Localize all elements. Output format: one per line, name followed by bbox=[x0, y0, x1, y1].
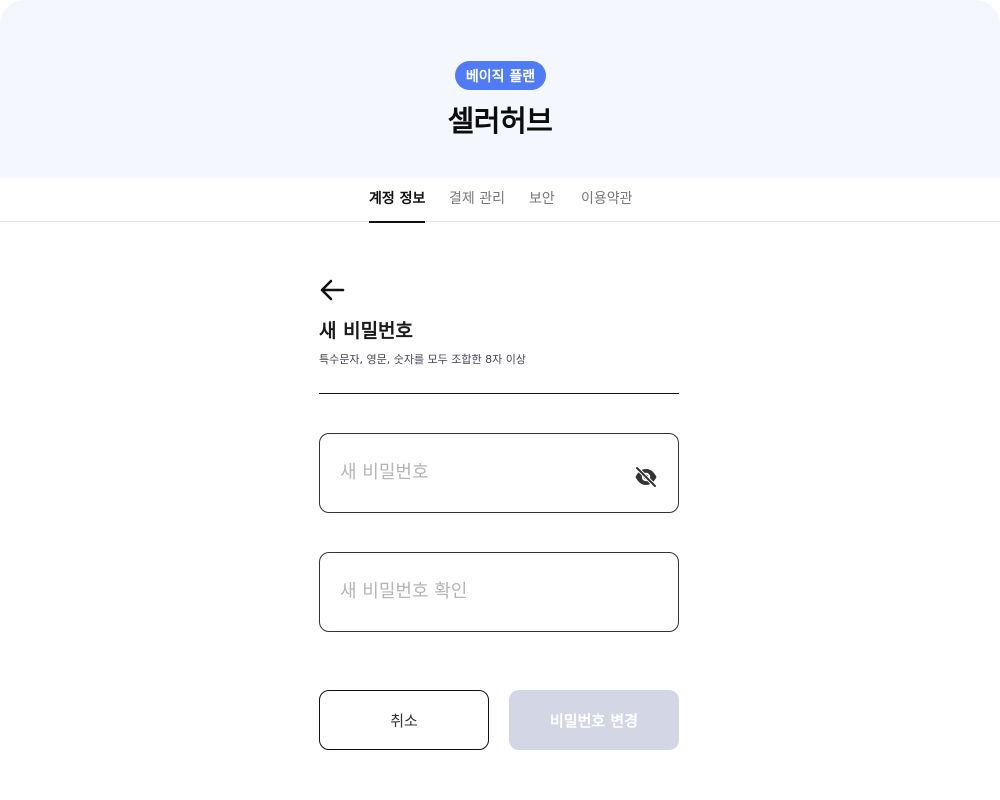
new-password-field bbox=[319, 433, 679, 513]
arrow-left-icon bbox=[320, 279, 345, 301]
tab-terms[interactable]: 이용약관 bbox=[581, 178, 633, 222]
password-hint: 특수문자, 영문, 숫자를 모두 조합한 8자 이상 bbox=[319, 353, 527, 366]
new-password-input[interactable] bbox=[340, 458, 630, 486]
cancel-button[interactable]: 취소 bbox=[319, 690, 489, 750]
back-button[interactable] bbox=[318, 278, 346, 302]
eye-off-icon[interactable] bbox=[634, 466, 658, 488]
confirm-password-input[interactable] bbox=[340, 577, 630, 605]
confirm-password-field bbox=[319, 552, 679, 632]
tab-account-info[interactable]: 계정 정보 bbox=[369, 178, 426, 223]
plan-badge: 베이직 플랜 bbox=[455, 61, 546, 90]
tab-bar: 계정 정보 결제 관리 보안 이용약관 bbox=[0, 178, 1000, 223]
tab-billing[interactable]: 결제 관리 bbox=[449, 178, 505, 222]
settings-page: 베이직 플랜 셀러허브 계정 정보 결제 관리 보안 이용약관 새 비밀번호 특… bbox=[0, 0, 1000, 800]
tab-security[interactable]: 보안 bbox=[529, 178, 555, 222]
brand-name: 셀러허브 bbox=[447, 104, 553, 138]
page-title: 새 비밀번호 bbox=[319, 320, 414, 342]
header-banner: 베이직 플랜 셀러허브 bbox=[0, 0, 1000, 178]
section-divider bbox=[319, 393, 679, 394]
change-password-button[interactable]: 비밀번호 변경 bbox=[509, 690, 679, 750]
